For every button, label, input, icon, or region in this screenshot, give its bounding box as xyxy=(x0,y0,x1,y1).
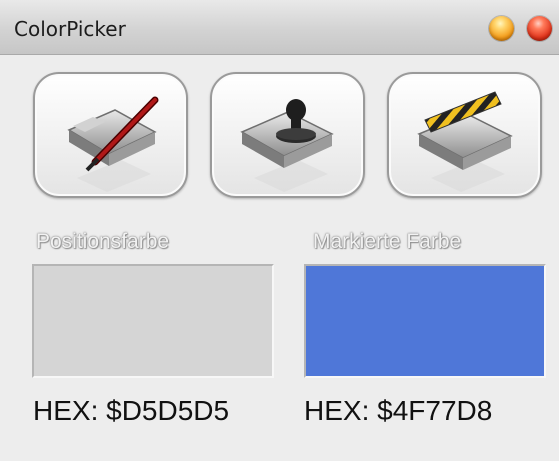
clapper-button[interactable] xyxy=(387,72,542,198)
folder-stamp-icon xyxy=(240,99,334,192)
position-color-swatch[interactable] xyxy=(32,264,274,378)
minimize-icon[interactable] xyxy=(489,16,514,41)
title-bar[interactable]: ColorPicker xyxy=(0,0,559,55)
folder-pen-icon xyxy=(67,96,159,192)
folder-clapper-icon xyxy=(417,91,513,192)
marked-color-hex: HEX: $4F77D8 xyxy=(304,395,493,426)
close-icon[interactable] xyxy=(527,16,552,41)
window-title: ColorPicker xyxy=(14,17,126,41)
stamp-color-button[interactable] xyxy=(210,72,365,198)
marked-color-label: Markierte Farbe xyxy=(313,230,462,253)
position-color-hex: HEX: $D5D5D5 xyxy=(33,395,230,426)
pick-color-button[interactable] xyxy=(33,72,188,198)
marked-color-swatch[interactable] xyxy=(304,264,546,378)
position-color-label: Positionsfarbe xyxy=(36,230,170,253)
